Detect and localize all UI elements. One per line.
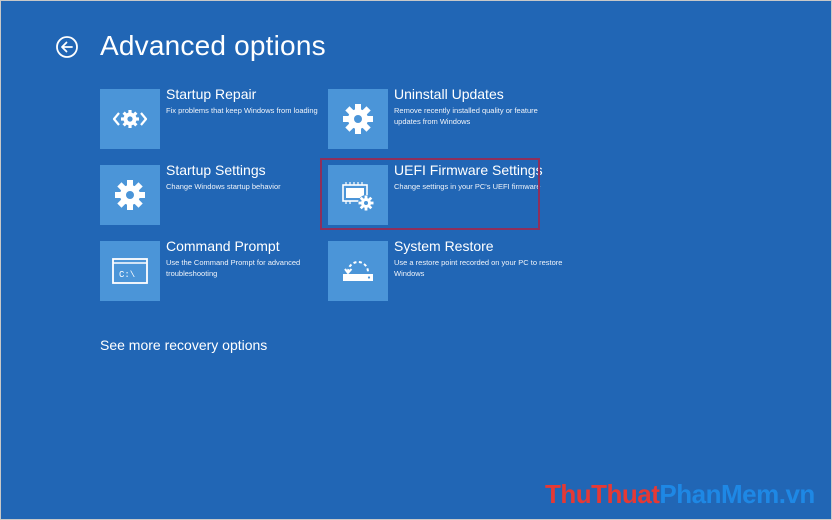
tile-description: Use a restore point recorded on your PC … bbox=[394, 258, 563, 278]
tile-description: Remove recently installed quality or fea… bbox=[394, 106, 538, 126]
watermark-part-3: .vn bbox=[778, 479, 816, 509]
command-prompt-tile[interactable]: C:\ Command Prompt Use the Command Promp… bbox=[100, 238, 315, 302]
tile-text: Command Prompt Use the Command Prompt fo… bbox=[166, 237, 336, 279]
advanced-options-screen: Advanced options Startup Repair Fix prob… bbox=[0, 0, 832, 520]
tile-text: Startup Settings Change Windows startup … bbox=[166, 161, 336, 192]
tile-description: Fix problems that keep Windows from load… bbox=[166, 106, 318, 115]
tile-description: Use the Command Prompt for advanced trou… bbox=[166, 258, 301, 278]
watermark-part-1: ThuThuat bbox=[545, 479, 660, 509]
tile-title: Uninstall Updates bbox=[394, 86, 504, 102]
tile-icon-box bbox=[328, 241, 388, 301]
watermark-logo: ThuThuatPhanMem.vn bbox=[545, 479, 815, 509]
tile-icon-box bbox=[328, 89, 388, 149]
tile-text: Startup Repair Fix problems that keep Wi… bbox=[166, 85, 336, 116]
tile-title: Command Prompt bbox=[166, 238, 280, 254]
tile-icon-box bbox=[100, 89, 160, 149]
startup-repair-tile[interactable]: Startup Repair Fix problems that keep Wi… bbox=[100, 86, 318, 150]
uninstall-updates-tile[interactable]: Uninstall Updates Remove recently instal… bbox=[328, 86, 543, 150]
tile-icon-box: C:\ bbox=[100, 241, 160, 301]
tile-text: Uninstall Updates Remove recently instal… bbox=[394, 85, 564, 127]
tile-description: Change settings in your PC's UEFI firmwa… bbox=[394, 182, 541, 191]
tile-title: Startup Repair bbox=[166, 86, 257, 102]
command-prompt-icon: C:\ bbox=[112, 258, 148, 284]
back-arrow-circle-icon[interactable] bbox=[55, 35, 79, 59]
system-restore-tile[interactable]: System Restore Use a restore point recor… bbox=[328, 238, 562, 302]
see-more-recovery-options-link[interactable]: See more recovery options bbox=[100, 336, 267, 354]
gear-icon bbox=[115, 180, 145, 210]
tile-icon-box bbox=[100, 165, 160, 225]
page-title: Advanced options bbox=[100, 30, 326, 61]
gear-icon bbox=[343, 104, 373, 134]
startup-repair-icon bbox=[112, 110, 148, 128]
tile-title: Startup Settings bbox=[166, 162, 266, 178]
tile-text: System Restore Use a restore point recor… bbox=[394, 237, 564, 279]
tile-title: System Restore bbox=[394, 238, 494, 254]
back-button[interactable] bbox=[55, 35, 79, 59]
startup-settings-tile[interactable]: Startup Settings Change Windows startup … bbox=[100, 162, 315, 226]
tile-title: UEFI Firmware Settings bbox=[394, 162, 543, 178]
tile-text: UEFI Firmware Settings Change settings i… bbox=[394, 161, 564, 192]
system-restore-icon bbox=[343, 261, 373, 281]
firmware-chip-gear-icon bbox=[342, 182, 374, 211]
tile-description: Change Windows startup behavior bbox=[166, 182, 281, 191]
uefi-firmware-settings-tile[interactable]: UEFI Firmware Settings Change settings i… bbox=[328, 162, 543, 226]
watermark-part-2: PhanMem bbox=[659, 479, 779, 509]
tile-icon-box bbox=[328, 165, 388, 225]
command-prompt-icon-text: C:\ bbox=[119, 270, 135, 280]
